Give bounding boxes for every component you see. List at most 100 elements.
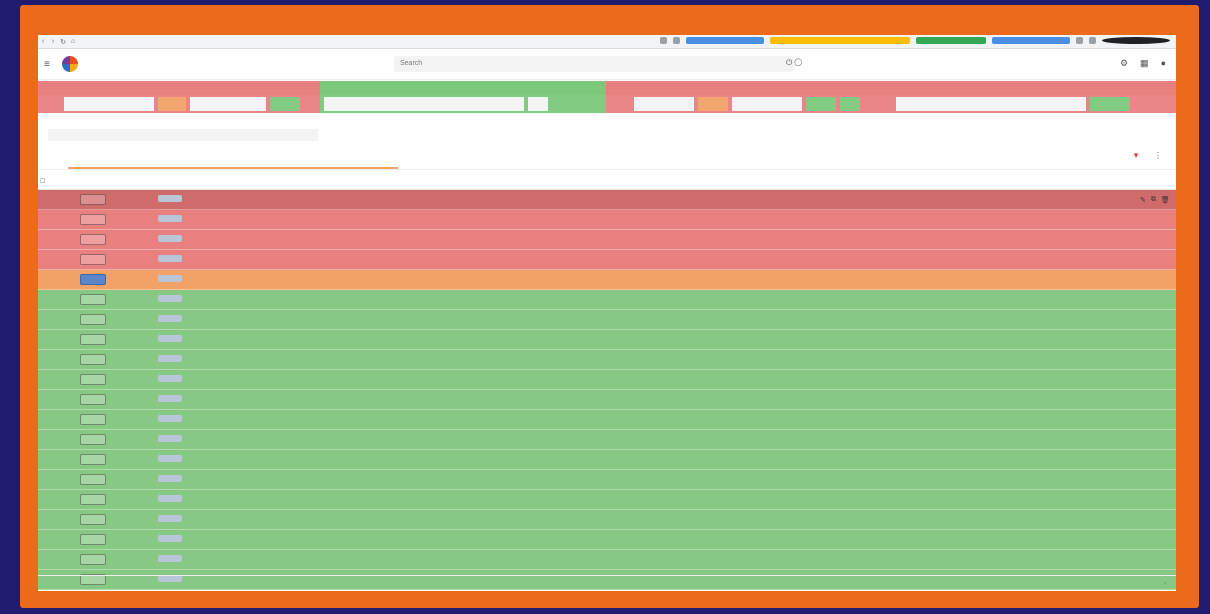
status-count-cell[interactable]: [190, 97, 266, 111]
status-chip[interactable]: ​: [80, 314, 106, 325]
copy-icon[interactable]: ⧉: [1151, 196, 1156, 204]
type-cell: [158, 195, 228, 204]
toggle-switch-icon[interactable]: ⏻ ◯: [786, 58, 802, 68]
select-all-checkbox[interactable]: ☐: [38, 178, 80, 185]
status-count-cell[interactable]: [42, 97, 60, 111]
table-row[interactable]: ​: [38, 510, 1176, 530]
status-chip[interactable]: ​: [80, 514, 106, 525]
settings-icon[interactable]: ⚙: [1120, 58, 1128, 69]
status-count-cell[interactable]: [64, 97, 154, 111]
apps-icon[interactable]: ▦: [1140, 58, 1149, 69]
status-chip[interactable]: ​: [80, 254, 106, 265]
type-cell: [158, 335, 228, 344]
table-row[interactable]: ​: [38, 550, 1176, 570]
status-count-cell[interactable]: [552, 97, 582, 111]
table-row[interactable]: ​: [38, 370, 1176, 390]
home-icon[interactable]: ⌂: [68, 38, 78, 45]
table-row[interactable]: ​: [38, 210, 1176, 230]
table-row[interactable]: ​: [38, 450, 1176, 470]
status-chip[interactable]: ​: [80, 434, 106, 445]
extension-icon[interactable]: [660, 37, 667, 44]
status-cell: ​: [80, 374, 158, 385]
extension-icon[interactable]: [1076, 37, 1083, 44]
table-row[interactable]: ​: [38, 290, 1176, 310]
menu-icon[interactable]: ≡: [44, 59, 54, 70]
status-chip[interactable]: ​: [80, 334, 106, 345]
table-row[interactable]: ​: [38, 310, 1176, 330]
status-count-cell[interactable]: [1090, 97, 1130, 111]
type-tag: [158, 515, 182, 522]
status-count-cell[interactable]: [270, 97, 300, 111]
delete-icon[interactable]: 🗑: [1161, 196, 1170, 204]
status-chip[interactable]: ​: [80, 534, 106, 545]
status-cell: ​: [80, 474, 158, 485]
type-cell: [158, 415, 228, 424]
table-row[interactable]: ​: [38, 490, 1176, 510]
status-count-cell[interactable]: [324, 97, 524, 111]
status-chip[interactable]: ​: [80, 414, 106, 425]
more-icon[interactable]: ⋮: [1154, 151, 1162, 160]
type-tag: [158, 335, 182, 342]
status-chip[interactable]: ​: [80, 474, 106, 485]
table-row[interactable]: ​: [38, 270, 1176, 290]
table-row[interactable]: ​: [38, 530, 1176, 550]
extension-icon[interactable]: [1089, 37, 1096, 44]
status-count-cell[interactable]: [732, 97, 802, 111]
edit-icon[interactable]: ✎: [1140, 196, 1146, 204]
status-chip[interactable]: ​: [80, 554, 106, 565]
status-chip[interactable]: ​: [80, 274, 106, 285]
profile-icon[interactable]: [1102, 37, 1170, 44]
reload-icon[interactable]: ↻: [58, 38, 68, 46]
table-row[interactable]: ​: [38, 390, 1176, 410]
extension-icon[interactable]: [916, 37, 986, 44]
status-chip[interactable]: ​: [80, 194, 106, 205]
table-row[interactable]: ​: [38, 410, 1176, 430]
status-chip[interactable]: ​: [80, 394, 106, 405]
status-group: [892, 81, 1176, 115]
status-chip[interactable]: ​: [80, 214, 106, 225]
status-cell: ​: [80, 314, 158, 325]
account-icon[interactable]: ●: [1161, 58, 1166, 69]
status-count-cell[interactable]: [806, 97, 836, 111]
table-row[interactable]: ​: [38, 230, 1176, 250]
status-group-title: [320, 81, 606, 95]
table-row[interactable]: ​: [38, 350, 1176, 370]
table-row[interactable]: ​: [38, 430, 1176, 450]
status-cell: ​: [80, 334, 158, 345]
status-count-cell[interactable]: [610, 97, 630, 111]
table-row[interactable]: ​: [38, 250, 1176, 270]
status-count-cell[interactable]: [528, 97, 548, 111]
status-cell: ​: [80, 394, 158, 405]
sub-filter-values[interactable]: [48, 129, 318, 141]
status-count-cell[interactable]: [634, 97, 694, 111]
status-chip[interactable]: ​: [80, 374, 106, 385]
app-screen: ‹ › ↻ ⌂ ≡ Search ⏻ ◯ ⚙ ▦ ● ▼ ⋮ ☐ ✎ ⧉ 🗑 ›: [38, 35, 1176, 591]
status-cell: ​: [80, 534, 158, 545]
status-chip[interactable]: ​: [80, 494, 106, 505]
status-count-cell[interactable]: [698, 97, 728, 111]
back-icon[interactable]: ‹: [38, 38, 48, 45]
table-row[interactable]: ​: [38, 470, 1176, 490]
extension-icon[interactable]: [992, 37, 1070, 44]
filter-icon[interactable]: ▼: [1132, 151, 1140, 160]
search-input[interactable]: Search: [394, 56, 794, 72]
extension-icon[interactable]: [686, 37, 764, 44]
address-bar[interactable]: [82, 37, 462, 46]
status-count-cell[interactable]: [840, 97, 860, 111]
status-count-cell[interactable]: [896, 97, 1086, 111]
status-chip[interactable]: ​: [80, 354, 106, 365]
next-page-icon[interactable]: ›: [1164, 581, 1166, 587]
table-row[interactable]: ​: [38, 330, 1176, 350]
type-tag: [158, 295, 182, 302]
status-chip[interactable]: ​: [80, 454, 106, 465]
status-count-cell[interactable]: [158, 97, 186, 111]
status-chip[interactable]: ​: [80, 234, 106, 245]
status-cell: ​: [80, 434, 158, 445]
extension-icon[interactable]: [673, 37, 680, 44]
status-chip[interactable]: ​: [80, 294, 106, 305]
status-group: [320, 81, 606, 115]
type-cell: [158, 495, 228, 504]
extension-icon[interactable]: [770, 37, 910, 44]
table-row[interactable]: ​ ✎ ⧉ 🗑: [38, 190, 1176, 210]
forward-icon[interactable]: ›: [48, 38, 58, 45]
